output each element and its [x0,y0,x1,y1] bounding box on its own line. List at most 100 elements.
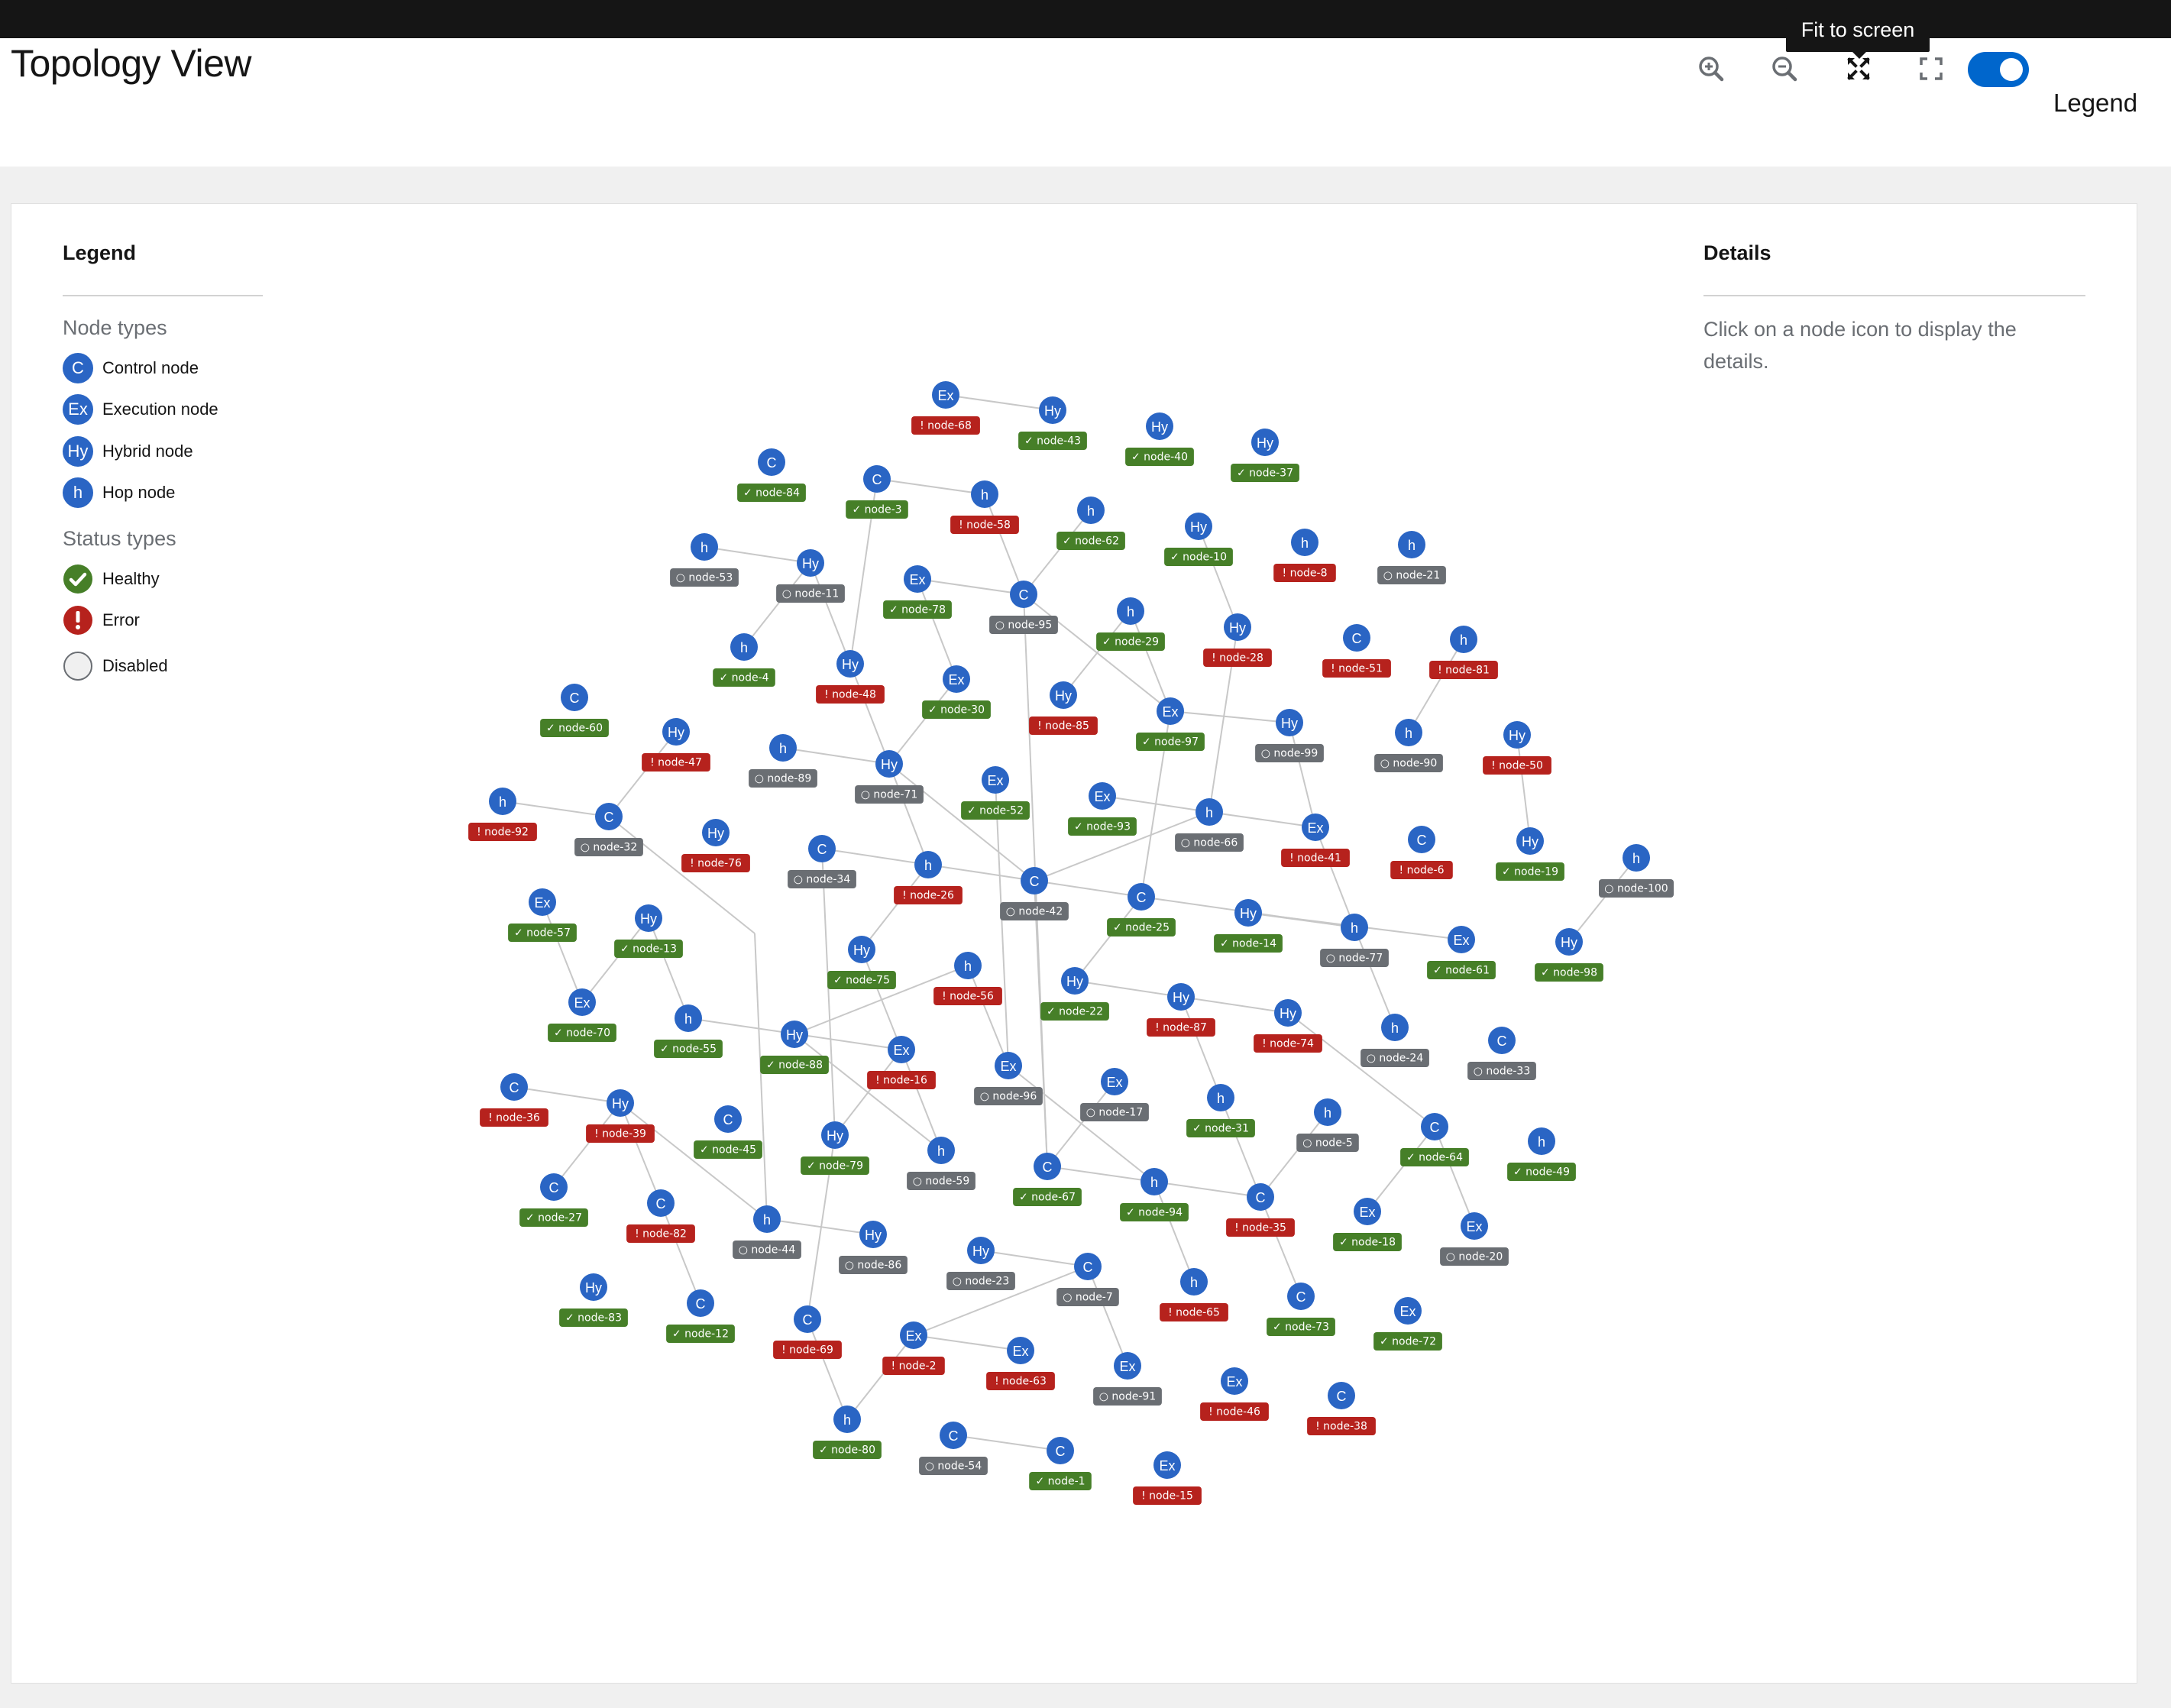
topology-node-node-81[interactable]: h ! node-81 [1429,626,1498,679]
topology-node-node-37[interactable]: Hy ✓ node-37 [1231,429,1299,482]
topology-node-node-35[interactable]: C ! node-35 [1226,1183,1295,1237]
topology-node-node-1[interactable]: C ✓ node-1 [1029,1437,1092,1490]
topology-node-node-91[interactable]: Ex ○ node-91 [1093,1352,1162,1406]
topology-node-node-57[interactable]: Ex ✓ node-57 [508,888,577,942]
topology-node-node-41[interactable]: Ex ! node-41 [1281,814,1350,867]
topology-node-node-89[interactable]: h ○ node-89 [749,734,817,788]
topology-node-node-6[interactable]: C ! node-6 [1390,826,1453,879]
topology-node-node-43[interactable]: Hy ✓ node-43 [1018,396,1087,450]
topology-node-node-50[interactable]: Hy ! node-50 [1483,721,1551,775]
topology-node-node-45[interactable]: C ✓ node-45 [694,1105,762,1159]
topology-node-node-62[interactable]: h ✓ node-62 [1056,497,1125,550]
topology-node-node-14[interactable]: Hy ✓ node-14 [1214,899,1283,953]
topology-node-node-70[interactable]: Ex ✓ node-70 [548,988,616,1042]
topology-node-node-34[interactable]: C ○ node-34 [788,835,856,888]
topology-node-node-78[interactable]: Ex ✓ node-78 [883,565,952,619]
topology-node-node-55[interactable]: h ✓ node-55 [654,1004,723,1058]
topology-node-node-25[interactable]: C ✓ node-25 [1107,883,1176,936]
topology-graph[interactable]: C ✓ node-1 Ex ! node-2 C ✓ node-3 h ✓ node-4 h ○ … [0,0,2171,1708]
topology-node-node-83[interactable]: Hy ✓ node-83 [559,1273,628,1327]
topology-node-node-67[interactable]: C ✓ node-67 [1013,1153,1082,1206]
topology-node-node-27[interactable]: C ✓ node-27 [519,1173,588,1227]
topology-node-node-54[interactable]: C ○ node-54 [919,1422,988,1475]
topology-node-node-73[interactable]: C ✓ node-73 [1267,1283,1335,1336]
topology-node-node-29[interactable]: h ✓ node-29 [1096,597,1165,651]
topology-node-node-61[interactable]: Ex ✓ node-61 [1427,926,1496,979]
topology-node-node-75[interactable]: Hy ✓ node-75 [827,936,896,989]
topology-node-node-53[interactable]: h ○ node-53 [670,533,739,587]
topology-node-node-84[interactable]: C ✓ node-84 [737,448,806,502]
topology-node-node-15[interactable]: Ex ! node-15 [1133,1451,1202,1505]
topology-node-node-66[interactable]: h ○ node-66 [1175,798,1244,852]
topology-node-node-100[interactable]: h ○ node-100 [1599,844,1674,898]
topology-node-node-20[interactable]: Ex ○ node-20 [1440,1212,1509,1266]
topology-node-node-46[interactable]: Ex ! node-46 [1200,1367,1269,1421]
topology-node-node-68[interactable]: Ex ! node-68 [911,381,980,435]
topology-node-node-98[interactable]: Hy ✓ node-98 [1535,928,1603,982]
topology-node-node-82[interactable]: C ! node-82 [626,1189,695,1243]
topology-node-node-42[interactable]: C ○ node-42 [1000,867,1069,920]
topology-node-node-44[interactable]: h ○ node-44 [733,1205,801,1259]
topology-node-node-22[interactable]: Hy ✓ node-22 [1040,967,1109,1021]
topology-node-node-59[interactable]: h ○ node-59 [907,1137,975,1190]
topology-node-node-30[interactable]: Ex ✓ node-30 [922,665,991,719]
topology-node-node-21[interactable]: h ○ node-21 [1377,531,1446,584]
topology-node-node-47[interactable]: Hy ! node-47 [642,718,710,772]
topology-node-node-94[interactable]: h ✓ node-94 [1120,1168,1189,1221]
topology-node-node-40[interactable]: Hy ✓ node-40 [1125,412,1194,466]
topology-node-node-49[interactable]: h ✓ node-49 [1507,1127,1576,1181]
topology-node-node-97[interactable]: Ex ✓ node-97 [1136,697,1205,751]
topology-node-node-51[interactable]: C ! node-51 [1322,624,1391,678]
topology-node-node-52[interactable]: Ex ✓ node-52 [961,766,1030,820]
topology-node-node-60[interactable]: C ✓ node-60 [540,684,609,737]
topology-node-node-48[interactable]: Hy ! node-48 [816,650,885,704]
topology-node-node-5[interactable]: h ○ node-5 [1296,1098,1359,1152]
topology-node-node-71[interactable]: Hy ○ node-71 [855,750,924,804]
topology-node-node-64[interactable]: C ✓ node-64 [1400,1113,1469,1166]
topology-node-node-8[interactable]: h ! node-8 [1273,529,1336,582]
topology-node-node-33[interactable]: C ○ node-33 [1467,1027,1536,1080]
topology-node-node-95[interactable]: C ○ node-95 [989,581,1058,634]
topology-node-node-26[interactable]: h ! node-26 [894,851,963,904]
topology-node-node-10[interactable]: Hy ✓ node-10 [1164,513,1233,566]
topology-node-node-99[interactable]: Hy ○ node-99 [1255,709,1324,762]
topology-node-node-72[interactable]: Ex ✓ node-72 [1373,1297,1442,1351]
topology-node-node-32[interactable]: C ○ node-32 [574,803,643,856]
topology-node-node-11[interactable]: Hy ○ node-11 [776,549,845,603]
topology-node-node-65[interactable]: h ! node-65 [1160,1268,1228,1321]
topology-node-node-17[interactable]: Ex ○ node-17 [1080,1068,1149,1121]
topology-node-node-56[interactable]: h ! node-56 [933,952,1002,1005]
topology-node-node-92[interactable]: h ! node-92 [468,788,537,841]
topology-node-node-2[interactable]: Ex ! node-2 [882,1321,945,1375]
topology-node-node-76[interactable]: Hy ! node-76 [681,819,750,872]
topology-node-node-39[interactable]: Hy ! node-39 [586,1089,655,1143]
topology-node-node-24[interactable]: h ○ node-24 [1361,1014,1429,1067]
topology-node-node-80[interactable]: h ✓ node-80 [813,1406,882,1459]
topology-node-node-87[interactable]: Hy ! node-87 [1147,983,1215,1037]
topology-node-node-4[interactable]: h ✓ node-4 [713,633,775,687]
topology-node-node-38[interactable]: C ! node-38 [1307,1382,1376,1435]
topology-node-node-19[interactable]: Hy ✓ node-19 [1496,827,1564,881]
topology-node-node-58[interactable]: h ! node-58 [950,480,1019,534]
topology-node-node-85[interactable]: Hy ! node-85 [1029,681,1098,735]
topology-node-node-86[interactable]: Hy ○ node-86 [839,1221,908,1274]
topology-node-node-28[interactable]: Hy ! node-28 [1203,613,1272,667]
topology-node-node-96[interactable]: Ex ○ node-96 [974,1052,1043,1105]
topology-node-node-88[interactable]: Hy ✓ node-88 [760,1021,829,1074]
topology-node-node-23[interactable]: Hy ○ node-23 [946,1237,1015,1290]
topology-node-node-90[interactable]: h ○ node-90 [1374,719,1443,772]
topology-node-node-77[interactable]: h ○ node-77 [1320,914,1389,967]
topology-node-node-79[interactable]: Hy ✓ node-79 [801,1121,869,1175]
topology-node-node-18[interactable]: Ex ✓ node-18 [1333,1198,1402,1251]
topology-node-node-63[interactable]: Ex ! node-63 [986,1337,1055,1390]
topology-node-node-69[interactable]: C ! node-69 [773,1305,842,1359]
topology-node-node-74[interactable]: Hy ! node-74 [1254,999,1322,1053]
topology-node-node-16[interactable]: Ex ! node-16 [867,1036,936,1089]
topology-node-node-13[interactable]: Hy ✓ node-13 [614,904,683,958]
topology-node-node-7[interactable]: C ○ node-7 [1056,1253,1119,1306]
topology-node-node-12[interactable]: C ✓ node-12 [666,1289,735,1343]
topology-node-node-36[interactable]: C ! node-36 [480,1073,548,1127]
topology-node-node-31[interactable]: h ✓ node-31 [1186,1084,1255,1137]
topology-node-node-93[interactable]: Ex ✓ node-93 [1068,782,1137,836]
topology-node-node-3[interactable]: C ✓ node-3 [846,465,908,519]
